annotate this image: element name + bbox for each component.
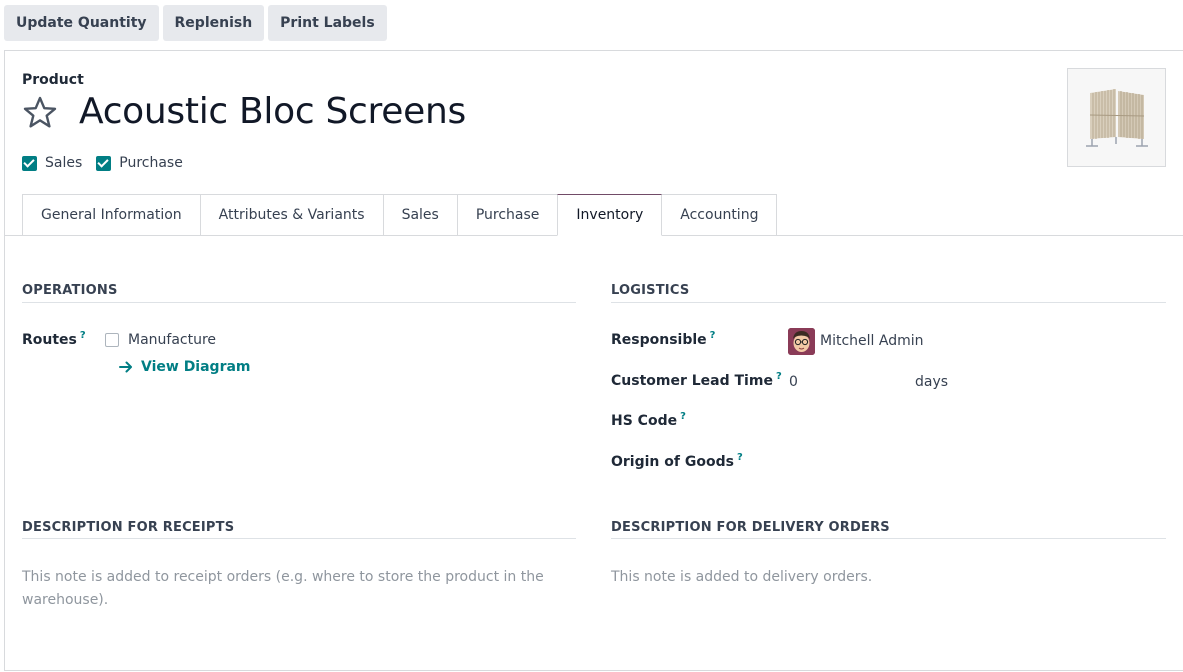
tab-attributes-variants[interactable]: Attributes & Variants [199, 194, 384, 236]
logistics-section-title: LOGISTICS [611, 283, 690, 298]
origin-of-goods-label: Origin of Goods? [611, 452, 743, 470]
can-be-sold-checkbox[interactable] [22, 155, 37, 171]
logistics-divider [611, 302, 1166, 303]
receipts-section-title: DESCRIPTION FOR RECEIPTS [22, 520, 235, 535]
hs-code-label-text: HS Code [611, 413, 678, 429]
responsible-help-icon[interactable]: ? [710, 330, 716, 341]
product-name[interactable]: Acoustic Bloc Screens [79, 91, 466, 132]
routes-label-text: Routes [22, 332, 77, 348]
customer-lead-time-label-text: Customer Lead Time [611, 373, 773, 389]
product-flags: Sales Purchase [22, 155, 183, 171]
receipts-description-input[interactable]: This note is added to receipt orders (e.… [22, 566, 562, 612]
delivery-description-input[interactable]: This note is added to delivery orders. [611, 566, 1151, 589]
customer-lead-time-label: Customer Lead Time? [611, 371, 782, 389]
can-be-sold-toggle[interactable]: Sales [22, 155, 82, 171]
product-label: Product [22, 72, 84, 88]
tab-general-information[interactable]: General Information [22, 194, 201, 236]
arrow-right-icon [119, 361, 132, 373]
responsible-label: Responsible? [611, 330, 716, 348]
view-diagram-link[interactable]: View Diagram [119, 359, 251, 375]
delivery-section-title: DESCRIPTION FOR DELIVERY ORDERS [611, 520, 890, 535]
can-be-purchased-checkbox[interactable] [96, 155, 112, 171]
route-manufacture-checkbox[interactable] [105, 333, 119, 347]
customer-lead-time-help-icon[interactable]: ? [776, 371, 782, 382]
avatar [788, 328, 815, 355]
update-quantity-button[interactable]: Update Quantity [4, 5, 159, 41]
customer-lead-time-unit: days [915, 374, 949, 390]
receipts-divider [22, 538, 576, 539]
print-labels-button[interactable]: Print Labels [268, 5, 387, 41]
star-icon[interactable] [22, 95, 58, 131]
control-panel-buttons: Update Quantity Replenish Print Labels [4, 5, 387, 41]
tab-purchase[interactable]: Purchase [456, 194, 559, 236]
operations-section-title: OPERATIONS [22, 283, 118, 298]
operations-divider [22, 302, 576, 303]
notebook-tabs: General Information Attributes & Variant… [22, 194, 778, 236]
view-diagram-label: View Diagram [141, 359, 251, 375]
route-manufacture-label: Manufacture [128, 332, 217, 348]
customer-lead-time-input[interactable]: 0 [789, 374, 798, 390]
hs-code-label: HS Code? [611, 411, 686, 429]
origin-of-goods-help-icon[interactable]: ? [737, 452, 743, 463]
tab-sales[interactable]: Sales [382, 194, 458, 236]
product-form-sheet: Product Acoustic Bloc Screens Sales Purc… [4, 50, 1183, 671]
tab-accounting[interactable]: Accounting [661, 194, 778, 236]
replenish-button[interactable]: Replenish [162, 5, 265, 41]
responsible-label-text: Responsible [611, 332, 707, 348]
delivery-divider [611, 538, 1166, 539]
routes-help-icon[interactable]: ? [80, 330, 86, 341]
origin-of-goods-label-text: Origin of Goods [611, 454, 734, 470]
hs-code-help-icon[interactable]: ? [680, 411, 686, 422]
can-be-sold-label: Sales [45, 155, 83, 171]
can-be-purchased-label: Purchase [119, 155, 183, 171]
tab-inventory[interactable]: Inventory [557, 194, 663, 236]
product-image[interactable] [1067, 68, 1166, 167]
can-be-purchased-toggle[interactable]: Purchase [96, 155, 183, 171]
acoustic-screen-image [1068, 69, 1165, 166]
routes-label: Routes? [22, 330, 86, 348]
user-avatar-icon [788, 328, 815, 355]
responsible-value[interactable]: Mitchell Admin [820, 333, 924, 349]
